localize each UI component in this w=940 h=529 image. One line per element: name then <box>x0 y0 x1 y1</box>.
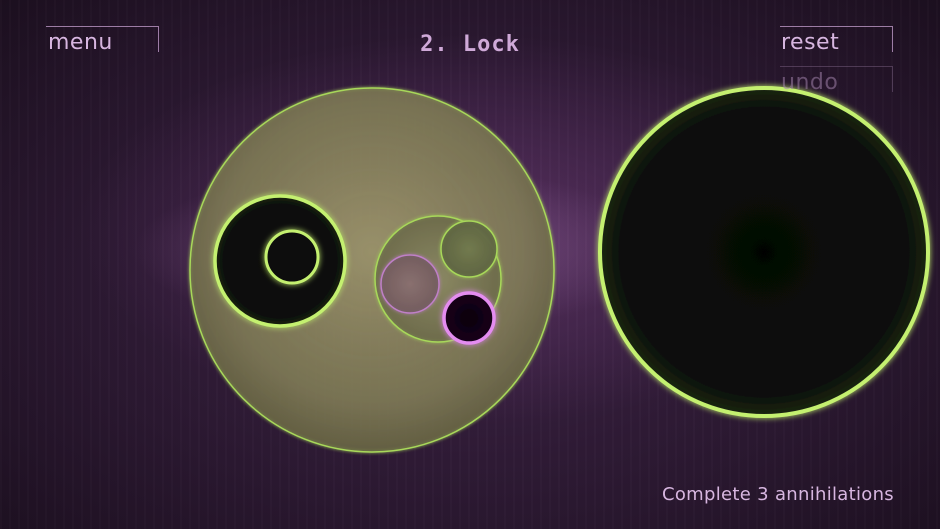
cell-dark-large[interactable] <box>598 86 930 418</box>
cell-green-small[interactable] <box>440 220 498 278</box>
undo-label: undo <box>781 70 839 95</box>
cell-magenta-dark[interactable] <box>442 291 496 345</box>
cell-inner-ring[interactable] <box>264 229 320 285</box>
objective-text: Complete 3 annihilations <box>662 484 894 505</box>
undo-button[interactable]: undo <box>780 66 893 95</box>
cell-pink-small[interactable] <box>380 254 440 314</box>
reset-button[interactable]: reset <box>780 26 893 55</box>
reset-label: reset <box>781 30 840 55</box>
game-stage: menu 2. Lock reset undo Complete 3 annih… <box>0 0 940 529</box>
